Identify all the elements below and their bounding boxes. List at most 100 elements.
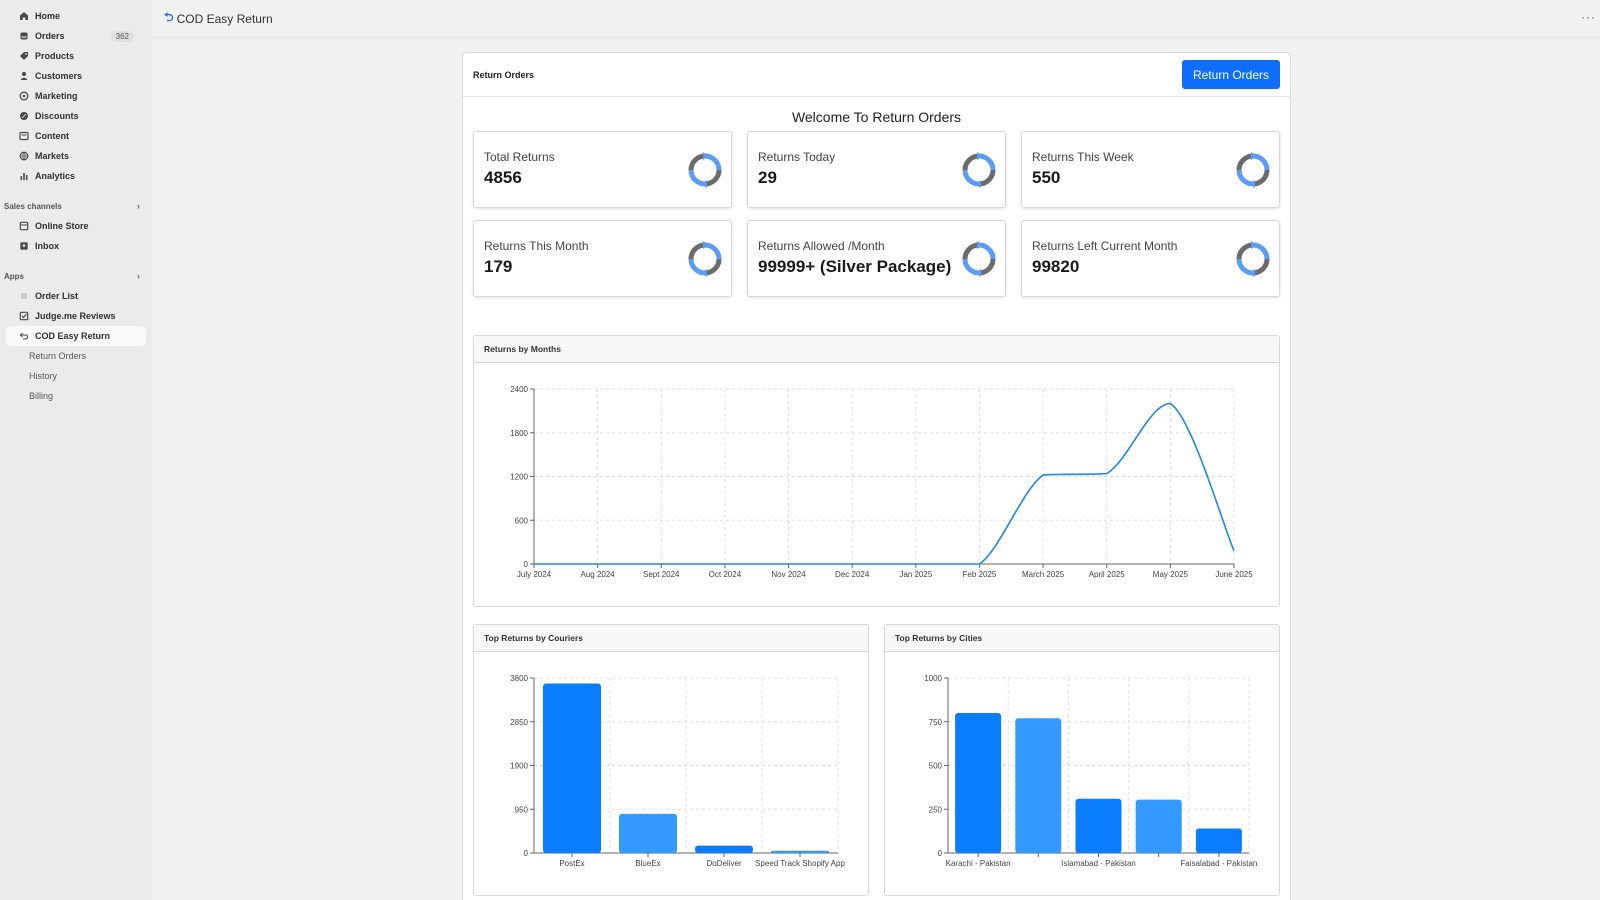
- stat-value: 4856: [484, 168, 522, 187]
- sidebar-item-label: Discounts: [35, 111, 79, 121]
- x-tick-label: Islamabad - Pakistan: [1061, 859, 1136, 868]
- y-tick-label: 600: [515, 516, 529, 525]
- stat-label: Returns Today: [758, 150, 836, 164]
- bar: [1135, 799, 1182, 853]
- x-tick-label: Oct 2024: [709, 570, 742, 579]
- sales-channels-label: Sales channels: [4, 201, 62, 211]
- sub-item-return-orders[interactable]: Return Orders: [0, 346, 152, 366]
- x-tick-label: June 2025: [1215, 570, 1253, 579]
- target-icon: [18, 91, 29, 102]
- sub-item-billing[interactable]: Billing: [0, 386, 152, 406]
- home-icon: [18, 11, 29, 22]
- stat-card-returns-left: Returns Left Current Month 99820: [1021, 220, 1280, 297]
- x-tick-label: DoDeliver: [706, 859, 741, 868]
- apps-section[interactable]: Apps ›: [0, 268, 152, 284]
- sidebar-item-home[interactable]: Home: [6, 6, 146, 26]
- sidebar-item-products[interactable]: Products: [6, 46, 146, 66]
- cities-chart: Top Returns by Cities 0 250 500 750 1000 Kara…: [884, 624, 1280, 896]
- stat-label: Returns Left Current Month: [1032, 239, 1178, 253]
- stat-label: Returns Allowed /Month: [758, 239, 885, 253]
- y-tick-label: 500: [929, 762, 943, 771]
- sidebar-item-label: Online Store: [35, 221, 89, 231]
- y-tick-label: 3800: [510, 674, 528, 683]
- bar-chart-icon: [18, 171, 29, 182]
- series-line: [534, 402, 1235, 565]
- x-tick-label: Jan 2025: [899, 570, 932, 579]
- stat-card-returns-this-month: Returns This Month 179: [473, 220, 732, 297]
- sidebar-item-judge-me-reviews[interactable]: Judge.me Reviews: [6, 306, 146, 326]
- y-tick-label: 1000: [924, 674, 942, 683]
- sidebar-item-marketing[interactable]: Marketing: [6, 86, 146, 106]
- card-header: Return Orders Return Orders: [463, 53, 1290, 97]
- chart-title: Top Returns by Cities: [885, 625, 1279, 652]
- x-tick-label: Speed Track Shopify App: [755, 859, 845, 868]
- main-nav: Home Orders 362 Products Customers Marketing D…: [0, 6, 152, 186]
- y-tick-label: 1800: [510, 429, 528, 438]
- sidebar-item-label: Analytics: [35, 171, 76, 181]
- chevron-right-icon[interactable]: ›: [137, 201, 140, 211]
- sidebar-item-order-list[interactable]: Order List: [6, 286, 146, 306]
- x-tick-label: PostEx: [559, 859, 584, 868]
- sidebar-item-analytics[interactable]: Analytics: [6, 166, 146, 186]
- return-orders-card: Return Orders Return Orders Welcome To R…: [462, 52, 1291, 900]
- refresh-icon: [961, 152, 997, 188]
- globe-icon: [18, 151, 29, 162]
- sidebar-item-label: Inbox: [35, 241, 59, 251]
- bar: [695, 845, 753, 853]
- sidebar-item-customers[interactable]: Customers: [6, 66, 146, 86]
- x-tick-label: Feb 2025: [963, 570, 997, 579]
- sidebar-item-inbox[interactable]: Inbox: [6, 236, 146, 256]
- return-orders-button[interactable]: Return Orders: [1181, 60, 1280, 89]
- stat-value: 99820: [1032, 257, 1080, 276]
- chart-title: Top Returns by Couriers: [474, 625, 868, 652]
- cities-bar-svg: 0 250 500 750 1000 Karachi - Pakistan Islamaba…: [924, 674, 1257, 868]
- bar: [955, 713, 1002, 853]
- y-tick-label: 950: [515, 805, 529, 814]
- sidebar-item-online-store[interactable]: Online Store: [6, 216, 146, 236]
- stat-value: 550: [1032, 168, 1061, 187]
- more-actions-button[interactable]: ···: [1581, 10, 1596, 24]
- sidebar-item-discounts[interactable]: Discounts: [6, 106, 146, 126]
- sidebar-item-label: Judge.me Reviews: [35, 311, 116, 321]
- card-title: Return Orders: [473, 69, 535, 80]
- stat-label: Returns This Week: [1032, 150, 1134, 164]
- content-icon: [18, 131, 29, 142]
- refresh-icon: [1235, 241, 1271, 277]
- count-badge: 362: [110, 30, 134, 42]
- x-tick-label: Nov 2024: [771, 570, 806, 579]
- x-tick-label: Faisalabad - Pakistan: [1180, 859, 1257, 868]
- return-icon: [18, 331, 29, 342]
- x-tick-label: BlueEx: [635, 859, 660, 868]
- refresh-icon: [687, 152, 723, 188]
- y-tick-label: 750: [929, 718, 943, 727]
- returns-by-months-chart: Returns by Months 0 600 1200 1800 2400 July 2…: [473, 335, 1280, 607]
- stat-value: 179: [484, 257, 513, 276]
- sidebar-item-orders[interactable]: Orders 362: [6, 26, 146, 46]
- apps-nav: Order List Judge.me Reviews COD Easy Retur…: [0, 286, 152, 346]
- judgeme-icon: [18, 311, 29, 322]
- stat-label: Returns This Month: [484, 239, 589, 253]
- sidebar-item-label: Markets: [35, 151, 70, 161]
- refresh-icon: [687, 241, 723, 277]
- stat-card-returns-this-week: Returns This Week 550: [1021, 131, 1280, 208]
- stat-value: 29: [758, 168, 777, 187]
- tag-icon: [18, 51, 29, 62]
- app-title: ⮌ COD Easy Return: [164, 8, 273, 29]
- chevron-right-icon[interactable]: ›: [137, 271, 140, 281]
- sidebar-item-label: Order List: [35, 291, 79, 301]
- sales-channels-section[interactable]: Sales channels ›: [0, 198, 152, 214]
- stat-card-total-returns: Total Returns 4856: [473, 131, 732, 208]
- sales-channels-nav: Online Store Inbox: [0, 216, 152, 256]
- sidebar-item-cod-easy-return[interactable]: COD Easy Return: [6, 326, 146, 346]
- y-tick-label: 1200: [510, 473, 528, 482]
- welcome-heading: Welcome To Return Orders: [791, 109, 962, 125]
- sidebar-item-label: Products: [35, 51, 75, 61]
- y-tick-label: 250: [929, 805, 943, 814]
- person-icon: [18, 71, 29, 82]
- y-tick-label: 0: [524, 560, 529, 569]
- sub-item-history[interactable]: History: [0, 366, 152, 386]
- x-tick-label: Aug 2024: [581, 570, 616, 579]
- x-tick-label: May 2025: [1153, 570, 1189, 579]
- sidebar-item-content[interactable]: Content: [6, 126, 146, 146]
- sidebar-item-markets[interactable]: Markets: [6, 146, 146, 166]
